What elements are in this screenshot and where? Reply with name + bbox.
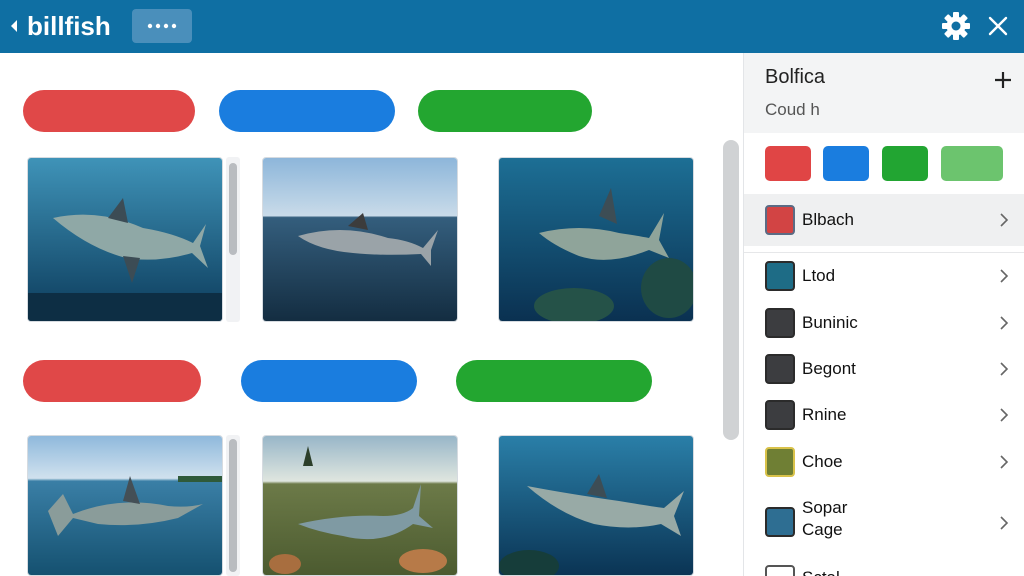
color-square-icon [765, 308, 795, 338]
sidebar-item-label-line2: Cage [802, 520, 843, 539]
top-bar: billfish [0, 0, 1024, 53]
chevron-right-icon [1000, 362, 1009, 376]
thumbnail-scrollbar[interactable] [226, 157, 240, 322]
sidebar-title: Bolfica [765, 66, 826, 88]
color-square-icon [765, 354, 795, 384]
green-pill-button[interactable] [456, 360, 652, 402]
red-pill-button[interactable] [23, 360, 201, 402]
sidebar-item-sctal[interactable]: Sctal [744, 559, 1024, 576]
app-title: billfish [27, 11, 111, 41]
more-button[interactable] [132, 9, 192, 43]
chevron-right-icon [1000, 269, 1009, 283]
color-swatch-light-green[interactable] [941, 146, 1003, 181]
sidebar-item-blbach[interactable]: Blbach [744, 194, 1024, 246]
image-thumbnail[interactable] [498, 157, 694, 322]
chevron-right-icon [1000, 213, 1009, 227]
main-scrollbar[interactable] [723, 140, 739, 440]
sidebar-item-choe[interactable]: Choe [744, 437, 1024, 487]
blue-pill-button[interactable] [241, 360, 417, 402]
chevron-right-icon [1000, 408, 1009, 422]
gear-icon[interactable] [942, 12, 970, 40]
sidebar-item-begont[interactable]: Begont [744, 344, 1024, 394]
sidebar-item-label: Buninic [802, 313, 858, 332]
color-square-icon [765, 447, 795, 477]
image-thumbnail[interactable] [27, 157, 223, 322]
color-swatch-blue[interactable] [823, 146, 869, 181]
color-square-icon [765, 565, 795, 576]
color-square-icon [765, 205, 795, 235]
close-icon[interactable] [987, 15, 1009, 37]
sidebar-item-label: Sctal [802, 567, 840, 576]
sidebar-header: Bolfica Coud h [744, 53, 1024, 133]
red-pill-button[interactable] [23, 90, 195, 132]
blue-pill-button[interactable] [219, 90, 395, 132]
color-square-icon [765, 400, 795, 430]
sidebar-item-label: Sopar [802, 498, 848, 517]
color-swatch-green[interactable] [882, 146, 928, 181]
sidebar-item-label: Choe [802, 452, 843, 471]
image-thumbnail[interactable] [262, 157, 458, 322]
image-thumbnail[interactable] [27, 435, 223, 576]
color-square-icon [765, 507, 795, 537]
sidebar-item-rnine[interactable]: Rnine [744, 390, 1024, 440]
sidebar-item-label: Ltod [802, 266, 836, 285]
chevron-right-icon [1000, 316, 1009, 330]
image-thumbnail[interactable] [498, 435, 694, 576]
sidebar-panel: Bolfica Coud h Blbach Ltod Buninic Begon… [743, 53, 1024, 576]
plus-icon[interactable] [994, 71, 1012, 89]
sidebar-item-sopar-cage[interactable]: Sopar Cage [744, 493, 1024, 553]
image-thumbnail[interactable] [262, 435, 458, 576]
more-dots-icon [147, 23, 177, 29]
chevron-right-icon [1000, 516, 1009, 530]
sidebar-item-label: Rnine [802, 405, 847, 424]
sidebar-item-ltod[interactable]: Ltod [744, 251, 1024, 301]
sidebar-item-buninic[interactable]: Buninic [744, 298, 1024, 348]
image-grid [0, 53, 739, 576]
color-square-icon [765, 261, 795, 291]
sidebar-item-label: Begont [802, 359, 856, 378]
chevron-left-icon[interactable] [8, 16, 20, 36]
sidebar-subtitle: Coud h [765, 100, 820, 119]
thumbnail-scrollbar[interactable] [226, 435, 240, 576]
chevron-right-icon [1000, 455, 1009, 469]
sidebar-item-label: Blbach [802, 210, 854, 229]
green-pill-button[interactable] [418, 90, 592, 132]
color-swatch-red[interactable] [765, 146, 811, 181]
